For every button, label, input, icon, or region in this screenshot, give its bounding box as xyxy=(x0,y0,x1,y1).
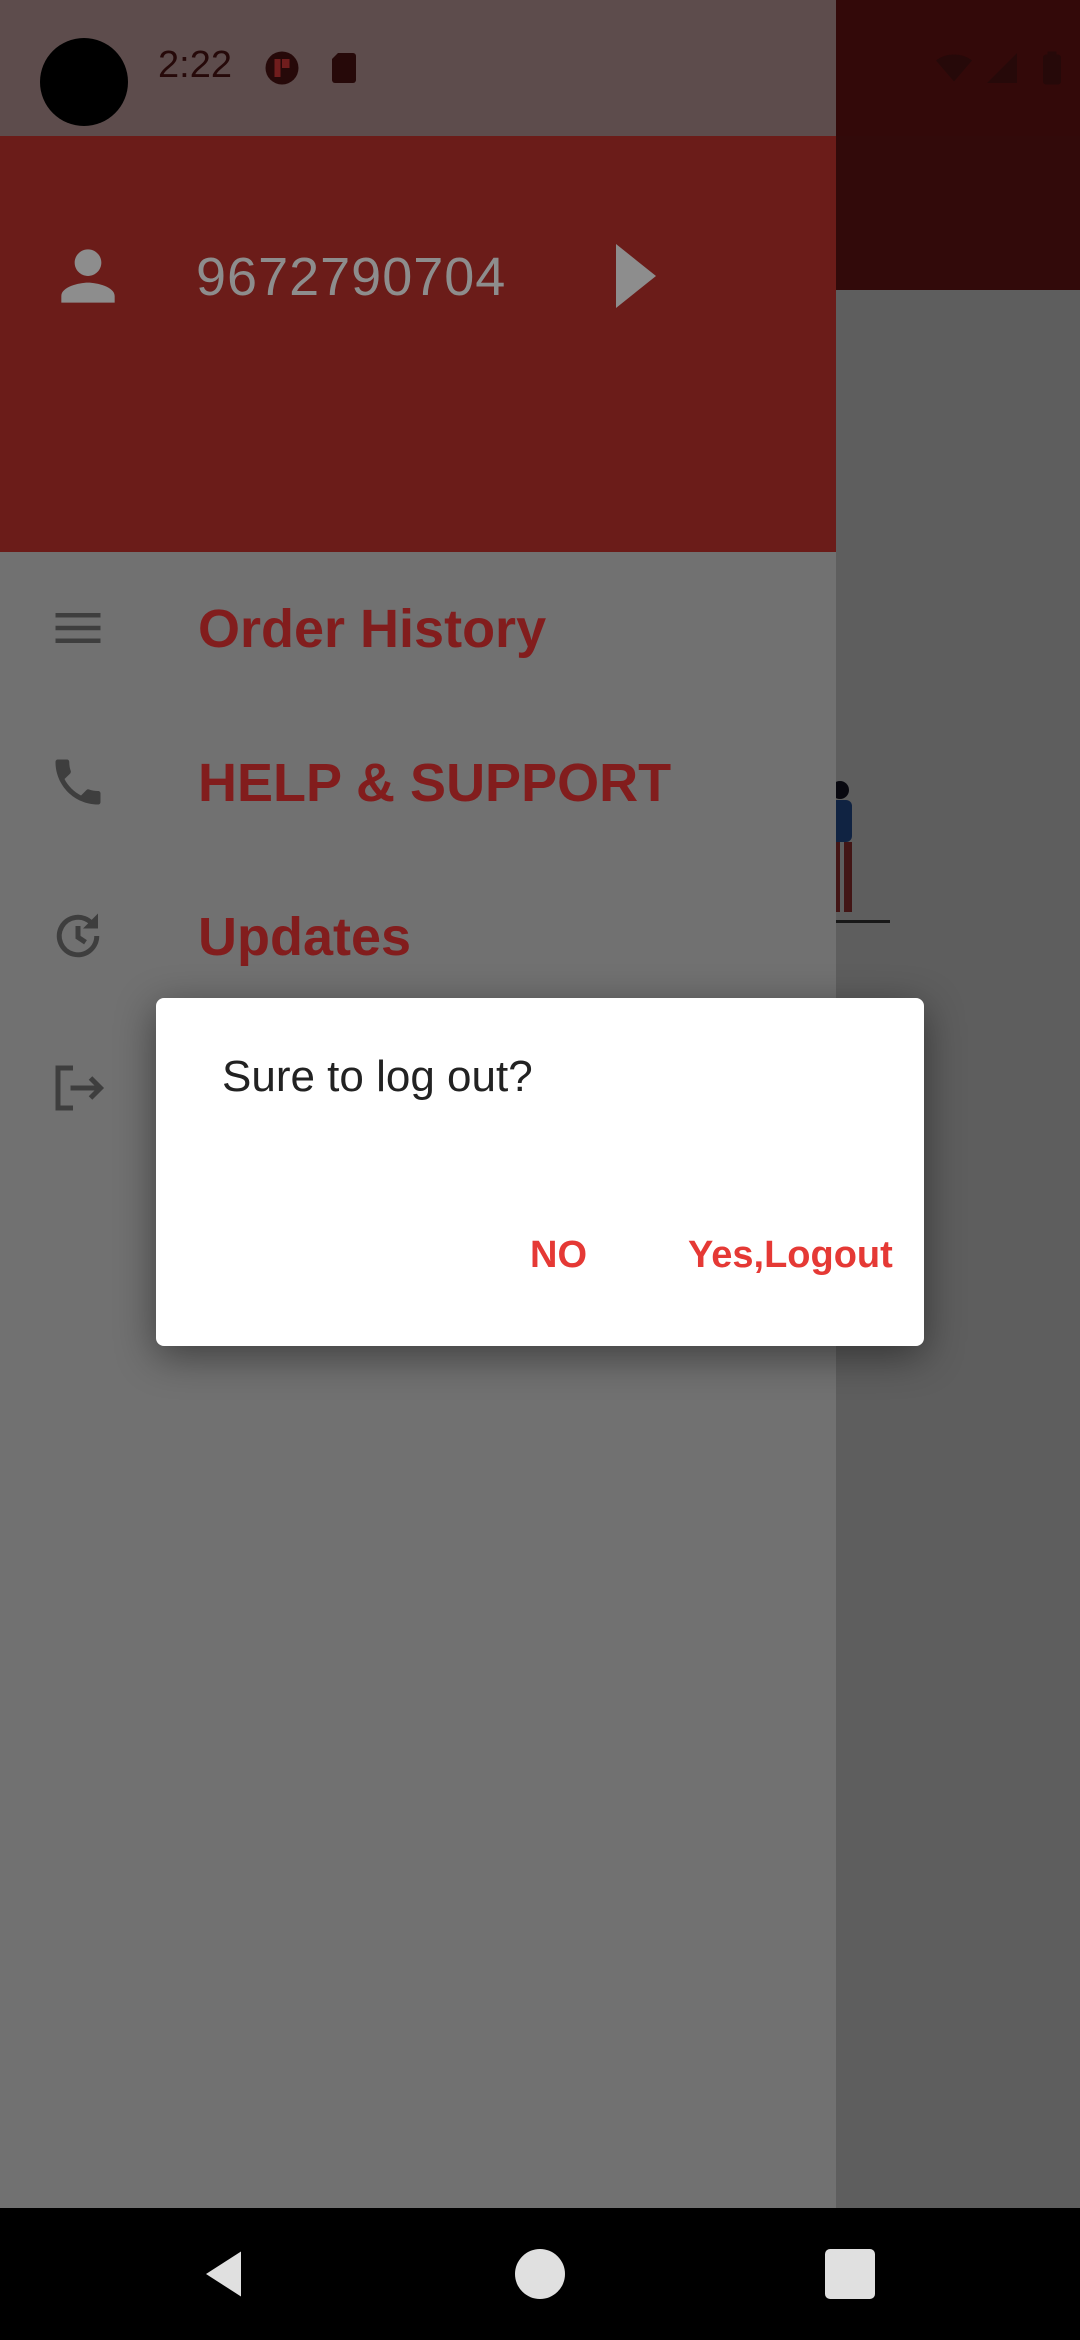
screen: 9672790704 Order History HELP & SUPPORT … xyxy=(0,0,1080,2340)
navigation-bar xyxy=(0,2208,1080,2340)
back-icon[interactable] xyxy=(196,2244,256,2304)
no-button[interactable]: NO xyxy=(530,1234,587,1277)
dialog-title: Sure to log out? xyxy=(222,1052,533,1101)
recents-icon[interactable] xyxy=(820,2244,880,2304)
yes-logout-button[interactable]: Yes,Logout xyxy=(688,1234,893,1277)
home-icon[interactable] xyxy=(510,2244,570,2304)
logout-dialog: Sure to log out? NO Yes,Logout xyxy=(156,998,924,1346)
